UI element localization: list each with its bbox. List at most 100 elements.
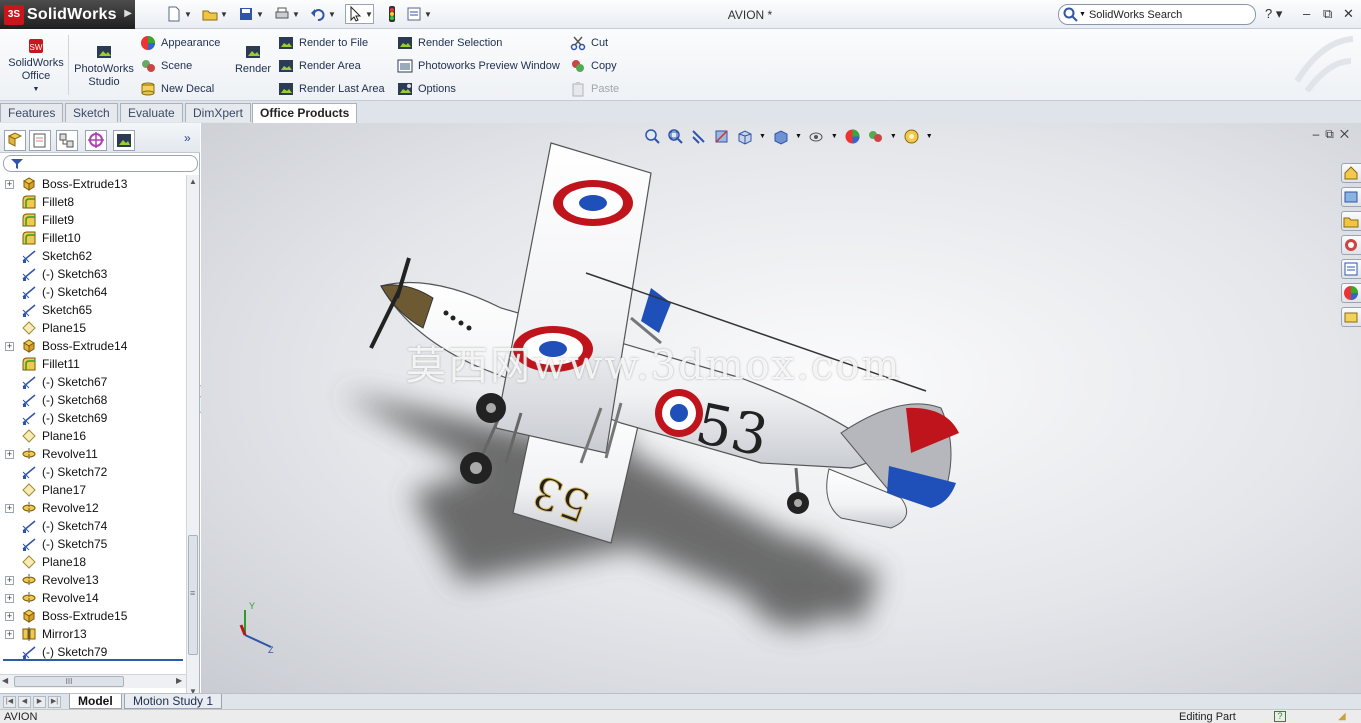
tree-item[interactable]: + Revolve14 [0,589,186,607]
design-library-tab[interactable] [1341,187,1361,207]
next-tab-icon[interactable]: ▶ [33,696,46,708]
tree-item[interactable]: (-) Sketch74 [0,517,186,535]
tab-model[interactable]: Model [69,694,122,709]
scroll-thumb[interactable]: ≡ [188,535,198,655]
hscroll-thumb[interactable]: III [14,676,124,687]
tree-item[interactable]: Sketch62 [0,247,186,265]
rollback-bar[interactable] [3,659,183,661]
new-document-button[interactable]: ▼ [165,4,192,24]
tree-item[interactable]: Fillet10 [0,229,186,247]
appearance-button[interactable]: Appearance [140,35,220,51]
tree-filter[interactable] [3,155,198,172]
expand-plus-icon[interactable]: + [5,180,14,189]
tree-item[interactable]: + Boss-Extrude13 [0,175,186,193]
tree-item[interactable]: + Revolve13 [0,571,186,589]
graphics-area[interactable]: ▼ ▼ ▼ ▼ ▼ –⧉✕ 53 53 Y Z 莫西网www.3dmox.com [201,123,1361,693]
select-button[interactable]: ▼ [345,4,374,24]
cut-button[interactable]: Cut [570,35,608,51]
render-selection-button[interactable]: Render Selection [397,35,502,51]
expand-plus-icon[interactable]: + [5,594,14,603]
open-button[interactable]: ▼ [201,4,228,24]
tree-item[interactable]: + Revolve12 [0,499,186,517]
tree-item[interactable]: (-) Sketch64 [0,283,186,301]
prev-tab-icon[interactable]: ◀ [18,696,31,708]
last-tab-icon[interactable]: ▶| [48,696,61,708]
undo-button[interactable]: ▼ [309,4,336,24]
tree-item[interactable]: + Boss-Extrude15 [0,607,186,625]
tree-horizontal-scrollbar[interactable]: ◀ III ▶ [0,674,186,688]
tree-item[interactable]: Plane17 [0,481,186,499]
scroll-left-icon[interactable]: ◀ [2,676,8,685]
search-dropdown-icon[interactable]: ▼ [1079,11,1086,18]
expand-plus-icon[interactable]: + [5,576,14,585]
help-status-icon[interactable]: ? [1274,711,1286,722]
configuration-manager-tab[interactable] [56,130,78,151]
tree-item[interactable]: (-) Sketch75 [0,535,186,553]
minimize-icon[interactable]: – [1303,6,1310,21]
tree-item[interactable]: (-) Sketch72 [0,463,186,481]
notification-icon[interactable]: ◢ [1338,711,1346,722]
close-icon[interactable]: ✕ [1343,6,1354,22]
search-tab[interactable] [1341,235,1361,255]
property-manager-tab[interactable] [29,130,51,151]
tree-item[interactable]: (-) Sketch68 [0,391,186,409]
tab-dimxpert[interactable]: DimXpert [185,103,252,122]
help-icon[interactable]: ? ▾ [1265,6,1282,22]
search-box[interactable]: ▼ SolidWorks Search [1058,4,1256,25]
photoworks-studio-button[interactable]: PhotoWorks Studio [73,43,135,89]
tree-item[interactable]: (-) Sketch79 [0,643,186,659]
expand-plus-icon[interactable]: + [5,342,14,351]
tree-item[interactable]: (-) Sketch69 [0,409,186,427]
file-explorer-tab[interactable] [1341,211,1361,231]
tree-item[interactable]: Plane16 [0,427,186,445]
double-chevron-right-icon[interactable]: » [184,131,191,145]
render-button[interactable]: Render [232,43,274,76]
save-button[interactable]: ▼ [237,4,264,24]
display-manager-tab[interactable] [113,130,135,151]
tab-features[interactable]: Features [0,103,64,122]
render-to-file-button[interactable]: Render to File [278,35,368,51]
tree-item[interactable]: + Boss-Extrude14 [0,337,186,355]
first-tab-icon[interactable]: |◀ [3,696,16,708]
tree-item[interactable]: Plane15 [0,319,186,337]
tree-item[interactable]: Fillet9 [0,211,186,229]
scene-button[interactable]: Scene [140,58,192,74]
expand-plus-icon[interactable]: + [5,612,14,621]
photoworks-preview-window-button[interactable]: Photoworks Preview Window [397,58,560,74]
tree-vertical-scrollbar[interactable]: ▲ ≡ ▼ [186,175,199,701]
resources-tab[interactable] [1341,163,1361,183]
render-last-area-button[interactable]: Render Last Area [278,81,385,97]
scroll-up-icon[interactable]: ▲ [189,177,197,186]
solidworks-menu-button[interactable]: 3S SolidWorks ▶ [0,0,135,29]
paste-button[interactable]: Paste [570,81,619,97]
new-decal-button[interactable]: New Decal [140,81,214,97]
tree-item[interactable]: Sketch65 [0,301,186,319]
expand-plus-icon[interactable]: + [5,504,14,513]
tree-item[interactable]: Fillet8 [0,193,186,211]
tree-item[interactable]: (-) Sketch63 [0,265,186,283]
airplane-model[interactable]: 53 53 Y Z [201,123,1361,693]
tab-sketch[interactable]: Sketch [65,103,118,122]
tab-motion-study-1[interactable]: Motion Study 1 [124,694,223,709]
print-button[interactable]: ▼ [273,4,300,24]
tree-item[interactable]: + Revolve11 [0,445,186,463]
scroll-right-icon[interactable]: ▶ [176,676,182,685]
solidworks-office-button[interactable]: SW SolidWorks Office ▼ [6,37,66,96]
expand-plus-icon[interactable]: + [5,450,14,459]
tree-item[interactable]: + Mirror13 [0,625,186,643]
copy-button[interactable]: Copy [570,58,617,74]
tab-office-products[interactable]: Office Products [252,103,358,124]
search-input[interactable]: SolidWorks Search [1089,9,1182,21]
options-button[interactable]: Options [397,81,456,97]
expand-plus-icon[interactable]: + [5,630,14,639]
tree-item[interactable]: (-) Sketch67 [0,373,186,391]
rebuild-button[interactable] [383,4,401,24]
custom-properties-tab[interactable] [1341,307,1361,327]
tab-evaluate[interactable]: Evaluate [120,103,183,122]
appearances-tab[interactable] [1341,283,1361,303]
restore-icon[interactable]: ⧉ [1323,6,1332,22]
file-properties-button[interactable]: ▼ [405,4,432,24]
view-palette-tab[interactable] [1341,259,1361,279]
render-area-button[interactable]: Render Area [278,58,361,74]
dimxpert-manager-tab[interactable] [85,130,107,151]
